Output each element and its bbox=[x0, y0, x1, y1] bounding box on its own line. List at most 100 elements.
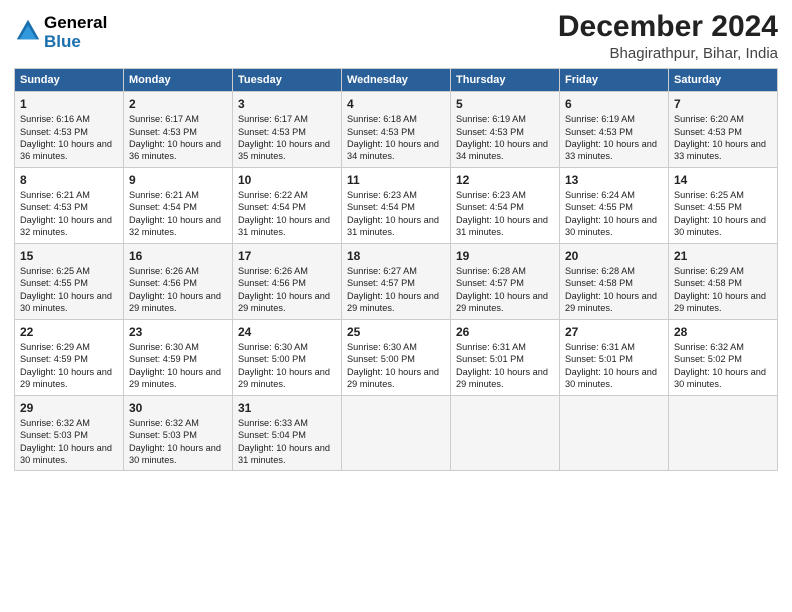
table-row: 18Sunrise: 6:27 AMSunset: 4:57 PMDayligh… bbox=[342, 243, 451, 319]
sunset-text: Sunset: 5:01 PM bbox=[565, 354, 633, 364]
day-number: 19 bbox=[456, 248, 554, 264]
day-number: 11 bbox=[347, 172, 445, 188]
day-number: 28 bbox=[674, 324, 772, 340]
table-row: 14 Sunrise: 6:25 AM Sunset: 4:55 PM Dayligh… bbox=[669, 167, 778, 243]
sunrise-text: Sunrise: 6:26 AM bbox=[238, 266, 308, 276]
sunrise-text: Sunrise: 6:28 AM bbox=[456, 266, 526, 276]
col-monday: Monday bbox=[124, 69, 233, 92]
sunrise-text: Sunrise: 6:17 AM bbox=[129, 114, 199, 124]
table-row: 4Sunrise: 6:18 AMSunset: 4:53 PMDaylight… bbox=[342, 92, 451, 168]
sunset-text: Sunset: 5:00 PM bbox=[238, 354, 306, 364]
logo-text: General Blue bbox=[44, 14, 107, 51]
sunset-text: Sunset: 5:03 PM bbox=[129, 430, 197, 440]
daylight-text: Daylight: 10 hours and 34 minutes. bbox=[347, 139, 439, 161]
day-number: 12 bbox=[456, 172, 554, 188]
daylight-text: Daylight: 10 hours and 33 minutes. bbox=[674, 139, 766, 161]
sunset-text: Sunset: 4:57 PM bbox=[347, 278, 415, 288]
sunset-text: Sunset: 4:53 PM bbox=[565, 127, 633, 137]
sunrise-text: Sunrise: 6:32 AM bbox=[129, 418, 199, 428]
sunrise-text: Sunrise: 6:29 AM bbox=[20, 342, 90, 352]
sunrise-text: Sunrise: 6:16 AM bbox=[20, 114, 90, 124]
day-number: 7 bbox=[674, 96, 772, 112]
sunset-text: Sunset: 4:53 PM bbox=[129, 127, 197, 137]
day-number: 16 bbox=[129, 248, 227, 264]
sunset-text: Sunset: 4:53 PM bbox=[20, 202, 88, 212]
daylight-text: Daylight: 10 hours and 29 minutes. bbox=[238, 367, 330, 389]
sunset-text: Sunset: 5:04 PM bbox=[238, 430, 306, 440]
table-row bbox=[342, 395, 451, 471]
calendar-table: Sunday Monday Tuesday Wednesday Thursday… bbox=[14, 68, 778, 471]
sunrise-text: Sunrise: 6:32 AM bbox=[20, 418, 90, 428]
main-title: December 2024 bbox=[558, 10, 778, 43]
sunrise-text: Sunrise: 6:17 AM bbox=[238, 114, 308, 124]
sunset-text: Sunset: 4:53 PM bbox=[347, 127, 415, 137]
daylight-text: Daylight: 10 hours and 29 minutes. bbox=[347, 291, 439, 313]
sunrise-text: Sunrise: 6:26 AM bbox=[129, 266, 199, 276]
day-number: 4 bbox=[347, 96, 445, 112]
daylight-text: Daylight: 10 hours and 33 minutes. bbox=[565, 139, 657, 161]
sunset-text: Sunset: 4:53 PM bbox=[238, 127, 306, 137]
day-number: 17 bbox=[238, 248, 336, 264]
daylight-text: Daylight: 10 hours and 30 minutes. bbox=[565, 367, 657, 389]
daylight-text: Daylight: 10 hours and 29 minutes. bbox=[20, 367, 112, 389]
table-row: 6Sunrise: 6:19 AMSunset: 4:53 PMDaylight… bbox=[560, 92, 669, 168]
day-number: 18 bbox=[347, 248, 445, 264]
sunrise-text: Sunrise: 6:19 AM bbox=[565, 114, 635, 124]
daylight-text: Daylight: 10 hours and 31 minutes. bbox=[347, 215, 439, 237]
sunset-text: Sunset: 5:03 PM bbox=[20, 430, 88, 440]
table-row: 19Sunrise: 6:28 AMSunset: 4:57 PMDayligh… bbox=[451, 243, 560, 319]
day-number: 14 bbox=[674, 172, 772, 188]
table-row: 5Sunrise: 6:19 AMSunset: 4:53 PMDaylight… bbox=[451, 92, 560, 168]
table-row: 2 Sunrise: 6:17 AM Sunset: 4:53 PM Daylight… bbox=[124, 92, 233, 168]
daylight-text: Daylight: 10 hours and 30 minutes. bbox=[565, 215, 657, 237]
table-row: 20Sunrise: 6:28 AMSunset: 4:58 PMDayligh… bbox=[560, 243, 669, 319]
header-row: Sunday Monday Tuesday Wednesday Thursday… bbox=[15, 69, 778, 92]
table-row: 21Sunrise: 6:29 AMSunset: 4:58 PMDayligh… bbox=[669, 243, 778, 319]
day-number: 27 bbox=[565, 324, 663, 340]
sunrise-text: Sunrise: 6:23 AM bbox=[347, 190, 417, 200]
calendar-row-2: 8Sunrise: 6:21 AMSunset: 4:53 PMDaylight… bbox=[15, 167, 778, 243]
sunset-text: Sunset: 4:55 PM bbox=[20, 278, 88, 288]
day-number: 31 bbox=[238, 400, 336, 416]
table-row: 3Sunrise: 6:17 AMSunset: 4:53 PMDaylight… bbox=[233, 92, 342, 168]
table-row: 29Sunrise: 6:32 AMSunset: 5:03 PMDayligh… bbox=[15, 395, 124, 471]
day-number: 5 bbox=[456, 96, 554, 112]
day-number: 23 bbox=[129, 324, 227, 340]
table-row: 26Sunrise: 6:31 AMSunset: 5:01 PMDayligh… bbox=[451, 319, 560, 395]
sunrise-text: Sunrise: 6:28 AM bbox=[565, 266, 635, 276]
sunrise-text: Sunrise: 6:25 AM bbox=[674, 190, 744, 200]
table-row: 7Sunrise: 6:20 AMSunset: 4:53 PMDaylight… bbox=[669, 92, 778, 168]
daylight-text: Daylight: 10 hours and 29 minutes. bbox=[565, 291, 657, 313]
table-row: 31Sunrise: 6:33 AMSunset: 5:04 PMDayligh… bbox=[233, 395, 342, 471]
table-row: 23Sunrise: 6:30 AMSunset: 4:59 PMDayligh… bbox=[124, 319, 233, 395]
daylight-text: Daylight: 10 hours and 29 minutes. bbox=[129, 367, 221, 389]
daylight-text: Daylight: 10 hours and 30 minutes. bbox=[674, 215, 766, 237]
sunset-text: Sunset: 4:55 PM bbox=[565, 202, 633, 212]
table-row: 30Sunrise: 6:32 AMSunset: 5:03 PMDayligh… bbox=[124, 395, 233, 471]
daylight-text: Daylight: 10 hours and 31 minutes. bbox=[238, 215, 330, 237]
col-sunday: Sunday bbox=[15, 69, 124, 92]
sunset-text: Sunset: 4:53 PM bbox=[20, 127, 88, 137]
col-thursday: Thursday bbox=[451, 69, 560, 92]
daylight-text: Daylight: 10 hours and 31 minutes. bbox=[456, 215, 548, 237]
title-area: December 2024 Bhagirathpur, Bihar, India bbox=[558, 10, 778, 62]
sunrise-text: Sunrise: 6:22 AM bbox=[238, 190, 308, 200]
col-saturday: Saturday bbox=[669, 69, 778, 92]
table-row: 1Sunrise: 6:16 AMSunset: 4:53 PMDaylight… bbox=[15, 92, 124, 168]
daylight-text: Daylight: 10 hours and 36 minutes. bbox=[20, 139, 112, 161]
table-row: 12Sunrise: 6:23 AMSunset: 4:54 PMDayligh… bbox=[451, 167, 560, 243]
day-number: 8 bbox=[20, 172, 118, 188]
day-number: 2 bbox=[129, 96, 227, 112]
daylight-text: Daylight: 10 hours and 32 minutes. bbox=[129, 215, 221, 237]
sunrise-text: Sunrise: 6:23 AM bbox=[456, 190, 526, 200]
day-number: 30 bbox=[129, 400, 227, 416]
day-number: 13 bbox=[565, 172, 663, 188]
sunset-text: Sunset: 4:58 PM bbox=[674, 278, 742, 288]
sunset-text: Sunset: 4:54 PM bbox=[129, 202, 197, 212]
sunset-text: Sunset: 4:55 PM bbox=[674, 202, 742, 212]
table-row: 11Sunrise: 6:23 AMSunset: 4:54 PMDayligh… bbox=[342, 167, 451, 243]
daylight-text: Daylight: 10 hours and 30 minutes. bbox=[20, 291, 112, 313]
daylight-text: Daylight: 10 hours and 36 minutes. bbox=[129, 139, 221, 161]
table-row bbox=[560, 395, 669, 471]
logo-icon bbox=[14, 17, 42, 45]
